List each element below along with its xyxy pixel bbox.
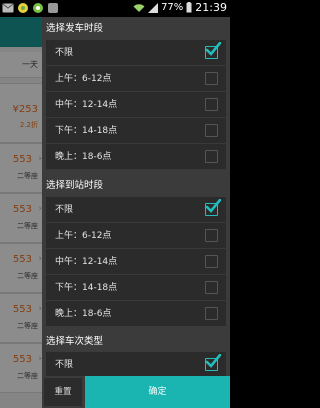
signal-icon: [148, 2, 159, 13]
option-label: 上午：6-12点: [55, 74, 112, 84]
departure-option-noon[interactable]: 中午：12-14点: [46, 92, 226, 118]
checkbox-unchecked[interactable]: [205, 98, 218, 111]
train-list-background: 一天 ¥253 2.2折 553 › 二等座 553 › 二等座 553 › 二…: [0, 17, 42, 408]
departure-option-afternoon[interactable]: 下午：14-18点: [46, 118, 226, 144]
checkbox-unchecked[interactable]: [205, 255, 218, 268]
checkmark-icon: [205, 42, 221, 56]
option-label: 下午：14-18点: [55, 283, 118, 293]
arrival-section-title: 选择到站时段: [46, 180, 104, 191]
app-notification-icon-3: [48, 3, 58, 13]
filter-drawer: 选择发车时段 不限 上午：6-12点 中午：12-14点 下午：14-18点 晚…: [42, 17, 230, 408]
checkbox-unchecked[interactable]: [205, 307, 218, 320]
clock: 21:39: [195, 1, 227, 14]
option-label: 中午：12-14点: [55, 100, 118, 110]
app-notification-icon: [18, 3, 28, 13]
checkbox-unchecked[interactable]: [205, 150, 218, 163]
option-label: 不限: [55, 360, 74, 370]
departure-section-title: 选择发车时段: [46, 23, 104, 34]
dim-overlay[interactable]: [0, 17, 42, 408]
option-label: 中午：12-14点: [55, 257, 118, 267]
arrival-option-evening[interactable]: 晚上：18-6点: [46, 301, 226, 327]
checkbox-checked[interactable]: [205, 354, 221, 371]
checkbox-checked[interactable]: [205, 42, 221, 59]
status-bar: 77% 21:39: [0, 0, 230, 17]
confirm-button[interactable]: 确定: [85, 376, 230, 408]
battery-icon: [186, 2, 192, 13]
train-type-section-title: 选择车次类型: [46, 336, 104, 347]
drawer-footer: 重置 确定: [42, 376, 230, 408]
train-type-option-any[interactable]: 不限: [46, 352, 226, 378]
arrival-option-morning[interactable]: 上午：6-12点: [46, 223, 226, 249]
checkbox-checked[interactable]: [205, 199, 221, 216]
notification-icons: [2, 2, 59, 14]
arrival-option-noon[interactable]: 中午：12-14点: [46, 249, 226, 275]
system-indicators: 77% 21:39: [133, 1, 227, 14]
option-label: 不限: [55, 205, 74, 215]
wifi-icon: [133, 3, 145, 12]
arrival-option-any[interactable]: 不限: [46, 197, 226, 223]
departure-option-morning[interactable]: 上午：6-12点: [46, 66, 226, 92]
departure-option-evening[interactable]: 晚上：18-6点: [46, 144, 226, 170]
checkmark-icon: [205, 199, 221, 213]
checkbox-unchecked[interactable]: [205, 72, 218, 85]
departure-option-any[interactable]: 不限: [46, 40, 226, 66]
reset-button[interactable]: 重置: [44, 378, 82, 406]
checkbox-unchecked[interactable]: [205, 124, 218, 137]
envelope-icon: [2, 3, 14, 13]
option-label: 不限: [55, 48, 74, 58]
option-label: 晚上：18-6点: [55, 152, 112, 162]
option-label: 下午：14-18点: [55, 126, 118, 136]
arrival-option-afternoon[interactable]: 下午：14-18点: [46, 275, 226, 301]
option-label: 上午：6-12点: [55, 231, 112, 241]
app-notification-icon-2: [33, 3, 43, 13]
battery-percent: 77%: [161, 2, 184, 13]
checkmark-icon: [205, 354, 221, 368]
checkbox-unchecked[interactable]: [205, 281, 218, 294]
checkbox-unchecked[interactable]: [205, 229, 218, 242]
option-label: 晚上：18-6点: [55, 309, 112, 319]
